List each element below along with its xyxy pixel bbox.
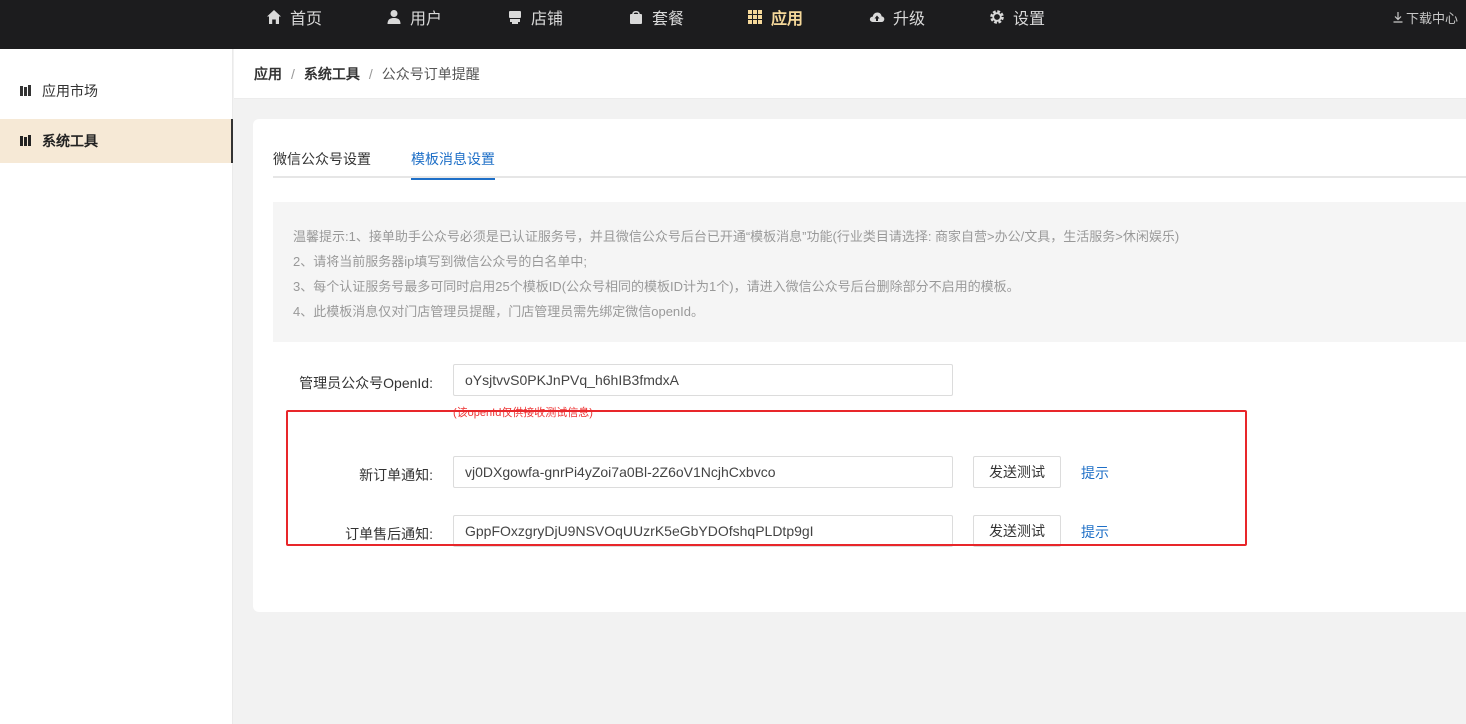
- download-icon: [1392, 11, 1404, 23]
- top-navigation-bar: 首页 用户 店铺 套餐 应用 升级 设置 下载中心: [0, 0, 1466, 49]
- new-order-send-test-button[interactable]: 发送测试: [973, 456, 1061, 488]
- sidebar-item-label: 系统工具: [42, 133, 98, 149]
- nav-item-store[interactable]: 店铺: [507, 0, 628, 34]
- sidebar: 应用市场 系统工具: [0, 49, 233, 724]
- openid-input[interactable]: [453, 364, 953, 396]
- notice-line: 2、请将当前服务器ip填写到微信公众号的白名单中;: [293, 254, 587, 269]
- nav-item-user[interactable]: 用户: [386, 0, 507, 34]
- home-icon: [266, 9, 282, 25]
- nav-item-home[interactable]: 首页: [266, 0, 386, 34]
- tab-template-settings[interactable]: 模板消息设置: [411, 149, 495, 180]
- new-order-label: 新订单通知:: [359, 467, 433, 483]
- breadcrumb-separator: /: [291, 65, 295, 82]
- breadcrumb: 应用 / 系统工具 / 公众号订单提醒: [234, 49, 1466, 99]
- nav-label-apps: 应用: [771, 11, 804, 28]
- tab-wechat-settings[interactable]: 微信公众号设置: [273, 149, 371, 178]
- openid-label: 管理员公众号OpenId:: [299, 375, 433, 391]
- nav-label-package: 套餐: [652, 11, 685, 28]
- nav-item-apps[interactable]: 应用: [747, 0, 869, 34]
- breadcrumb-item-apps[interactable]: 应用: [254, 64, 282, 84]
- notice-line: 温馨提示:1、接单助手公众号必须是已认证服务号，并且微信公众号后台已开通“模板消…: [293, 229, 1180, 244]
- after-sale-label: 订单售后通知:: [345, 526, 433, 542]
- new-order-template-input[interactable]: [453, 456, 953, 488]
- user-icon: [386, 9, 402, 25]
- notice-box: 温馨提示:1、接单助手公众号必须是已认证服务号，并且微信公众号后台已开通“模板消…: [273, 202, 1466, 342]
- new-order-tip-link[interactable]: 提示: [1081, 463, 1109, 483]
- tab-bar: 微信公众号设置 模板消息设置: [273, 141, 1466, 180]
- sidebar-item-app-market[interactable]: 应用市场: [0, 69, 233, 113]
- main-nav: 首页 用户 店铺 套餐 应用 升级 设置: [266, 0, 1079, 34]
- after-sale-tip-link[interactable]: 提示: [1081, 522, 1109, 542]
- nav-item-package[interactable]: 套餐: [628, 0, 747, 34]
- content-card: 微信公众号设置 模板消息设置 温馨提示:1、接单助手公众号必须是已认证服务号，并…: [253, 119, 1466, 612]
- book-icon: [20, 85, 32, 97]
- download-center-link[interactable]: 下载中心: [1392, 0, 1458, 34]
- store-icon: [507, 9, 523, 25]
- package-icon: [628, 9, 644, 25]
- nav-item-upgrade[interactable]: 升级: [869, 0, 989, 34]
- after-sale-send-test-button[interactable]: 发送测试: [973, 515, 1061, 547]
- sidebar-item-label: 应用市场: [42, 83, 98, 99]
- notice-line: 3、每个认证服务号最多可同时启用25个模板ID(公众号相同的模板ID计为1个)，…: [293, 279, 1020, 294]
- gear-icon: [989, 9, 1005, 25]
- cloud-upload-icon: [869, 9, 885, 25]
- nav-label-user: 用户: [410, 11, 443, 28]
- nav-label-upgrade: 升级: [893, 11, 926, 28]
- nav-item-settings[interactable]: 设置: [989, 0, 1079, 34]
- openid-hint: (该openId仅供接收测试信息): [453, 407, 593, 419]
- breadcrumb-item-current: 公众号订单提醒: [381, 65, 480, 82]
- after-sale-template-input[interactable]: [453, 515, 953, 547]
- breadcrumb-item-system-tools[interactable]: 系统工具: [304, 64, 360, 84]
- sidebar-item-system-tools[interactable]: 系统工具: [0, 119, 233, 163]
- nav-label-home: 首页: [290, 11, 323, 28]
- download-center-label: 下载中心: [1405, 10, 1458, 26]
- nav-label-settings: 设置: [1013, 11, 1046, 28]
- breadcrumb-separator: /: [368, 65, 373, 82]
- book-icon: [20, 135, 32, 147]
- nav-label-store: 店铺: [531, 11, 564, 28]
- notice-line: 4、此模板消息仅对门店管理员提醒，门店管理员需先绑定微信openId。: [293, 304, 704, 319]
- apps-grid-icon: [747, 9, 763, 25]
